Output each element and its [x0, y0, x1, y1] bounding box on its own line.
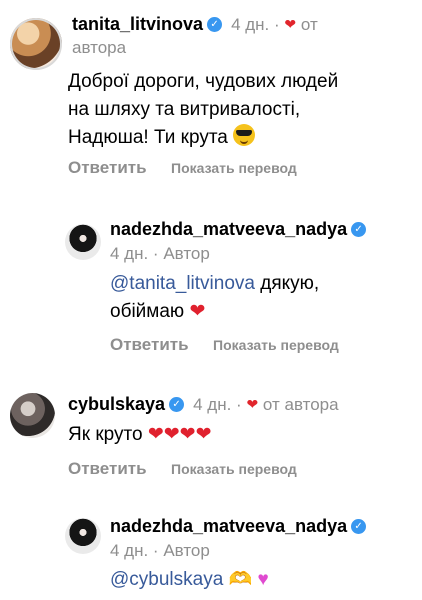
liked-by-author-label: от — [300, 15, 318, 34]
comment-actions: Ответить Показать перевод — [68, 459, 297, 479]
liked-by-author-label-cont: автора — [72, 38, 127, 57]
red-heart-emoji-icon: ❤ — [147, 424, 164, 445]
comment-time: 4 дн. — [193, 395, 232, 414]
comment-text-fragment: Як круто — [68, 424, 143, 445]
avatar-tanita[interactable] — [10, 18, 62, 70]
username-link[interactable]: cybulskaya — [68, 394, 165, 414]
comment-text-line: на шляху та витривалості, — [68, 99, 301, 120]
reply-button[interactable]: Ответить — [110, 335, 189, 354]
pink-heart-emoji-icon: ♥ — [257, 569, 269, 590]
comment-text: Як круто ❤❤❤❤ — [68, 421, 212, 449]
comment-text-line: @tanita_litvinova дякую, — [110, 270, 319, 298]
mention-link[interactable]: @cybulskaya — [110, 569, 223, 590]
show-translation-button[interactable]: Показать перевод — [213, 337, 339, 353]
comment-username[interactable]: tanita_litvinova ✓ 4 дн. · ❤ от — [72, 14, 318, 35]
comment-actions: Ответить Показать перевод — [68, 158, 297, 178]
avatar-nadezhda[interactable] — [65, 518, 101, 554]
red-heart-emoji-icon: ❤ — [189, 301, 206, 322]
comment-meta: 4 дн. · Автор — [110, 541, 210, 560]
comment-actions: Ответить Показать перевод — [110, 335, 339, 355]
comment-text-line: Надюша! Ти крута — [68, 124, 338, 152]
heart-icon: ❤ — [284, 16, 297, 32]
username-link[interactable]: tanita_litvinova — [72, 14, 203, 34]
username-link[interactable]: nadezhda_matveeva_nadya — [110, 219, 347, 239]
comment-time: 4 дн. — [231, 15, 270, 34]
comment-username[interactable]: nadezhda_matveeva_nadya ✓ — [110, 219, 367, 240]
comment-text: Доброї дороги, чудових людей на шляху та… — [68, 68, 338, 152]
verified-icon: ✓ — [207, 16, 223, 32]
heart-hands-emoji-icon: 🫶 — [228, 569, 253, 590]
verified-icon: ✓ — [169, 396, 185, 412]
comment-username[interactable]: cybulskaya ✓ 4 дн. · ❤ от автора — [68, 394, 339, 415]
show-translation-button[interactable]: Показать перевод — [171, 461, 297, 477]
mention-link[interactable]: @tanita_litvinova — [110, 273, 255, 294]
liked-by-author-label: от автора — [262, 395, 339, 414]
comment-text-fragment: дякую, — [254, 273, 320, 294]
comment-text-fragment: Надюша! Ти крута — [68, 127, 228, 148]
comment-text-line: Доброї дороги, чудових людей — [68, 71, 339, 92]
comment-meta: 4 дн. · Автор — [110, 244, 210, 263]
comment-text: @tanita_litvinova дякую, обіймаю ❤ — [110, 270, 319, 326]
comment-text-line: обіймаю ❤ — [110, 298, 319, 326]
username-link[interactable]: nadezhda_matveeva_nadya — [110, 516, 347, 536]
red-heart-emoji-icon: ❤ — [179, 424, 196, 445]
sunglasses-emoji-icon — [233, 124, 256, 146]
comment-text-fragment: обіймаю — [110, 301, 185, 322]
meta-separator: · — [236, 395, 242, 414]
heart-icon: ❤ — [246, 396, 259, 412]
verified-icon: ✓ — [351, 221, 367, 237]
avatar-nadezhda[interactable] — [65, 224, 101, 260]
red-heart-emoji-icon: ❤ — [163, 424, 180, 445]
reply-button[interactable]: Ответить — [68, 459, 147, 478]
comment-text: @cybulskaya 🫶 ♥ — [110, 566, 269, 594]
red-heart-emoji-icon: ❤ — [195, 424, 212, 445]
verified-icon: ✓ — [351, 518, 367, 534]
reply-button[interactable]: Ответить — [68, 158, 147, 177]
avatar-cybulskaya[interactable] — [10, 393, 55, 438]
meta-separator: · — [274, 15, 280, 34]
comment-meta: 4 дн. · ❤ от — [231, 15, 318, 34]
show-translation-button[interactable]: Показать перевод — [171, 160, 297, 176]
comment-meta: 4 дн. · ❤ от автора — [193, 395, 339, 414]
comment-username[interactable]: nadezhda_matveeva_nadya ✓ — [110, 516, 367, 537]
